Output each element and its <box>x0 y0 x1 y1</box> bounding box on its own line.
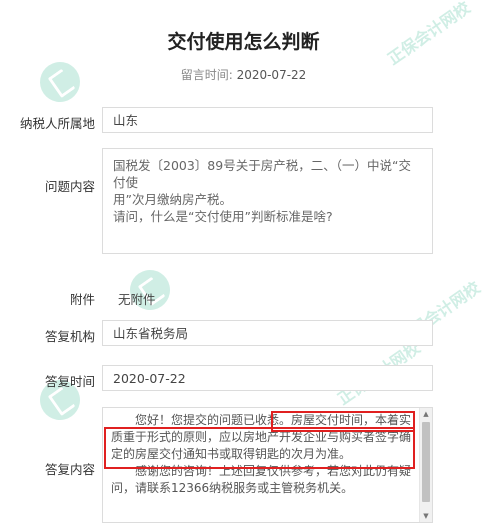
agency-field[interactable]: 山东省税务局 <box>102 320 433 346</box>
page-title: 交付使用怎么判断 <box>167 31 320 53</box>
question-label: 问题内容 <box>44 179 95 194</box>
taxpayer-location-label: 纳税人所属地 <box>19 116 95 131</box>
answer-text: 您好！您提交的问题已收悉。房屋交付时间，本着实质重于形式的原则，应以房地产开发企… <box>103 408 432 501</box>
taxpayer-location-field[interactable]: 山东 <box>102 107 433 133</box>
post-time: 留言时间: 2020-07-22 <box>0 66 487 83</box>
question-field[interactable]: 国税发〔2003〕89号关于房产税，二、（一）中说“交付使 用”次月缴纳房产税。… <box>102 148 433 254</box>
post-time-value: 2020-07-22 <box>236 68 307 82</box>
question-line: 请问，什么是“交付使用”判断标准是啥? <box>113 209 333 224</box>
answer-textarea[interactable]: 您好！您提交的问题已收悉。房屋交付时间，本着实质重于形式的原则，应以房地产开发企… <box>102 407 433 523</box>
question-line: 国税发〔2003〕89号关于房产税，二、（一）中说“交付使 <box>113 158 411 190</box>
answer-paragraph: 您好！您提交的问题已收悉。房屋交付时间，本着实质重于形式的原则，应以房地产开发企… <box>111 412 416 463</box>
scroll-down-icon[interactable]: ▼ <box>420 510 432 522</box>
attachment-label: 附件 <box>69 292 95 307</box>
attachment-value: 无附件 <box>118 292 156 307</box>
scroll-thumb[interactable] <box>422 422 430 502</box>
answer-lead: 您好！您提交的问题已收悉。 <box>135 413 292 427</box>
scroll-up-icon[interactable]: ▲ <box>420 408 432 420</box>
reply-time-field[interactable]: 2020-07-22 <box>102 365 433 391</box>
post-time-label: 留言时间: <box>180 68 233 82</box>
answer-paragraph: 感谢您的咨询！上述回复仅供参考，若您对此仍有疑问，请联系12366纳税服务或主管… <box>111 464 412 495</box>
answer-label: 答复内容 <box>44 462 95 477</box>
agency-label: 答复机构 <box>44 329 95 344</box>
answer-scrollbar[interactable]: ▲ ▼ <box>419 408 432 522</box>
reply-time-label: 答复时间 <box>44 374 95 389</box>
question-line: 用”次月缴纳房产税。 <box>113 192 232 207</box>
